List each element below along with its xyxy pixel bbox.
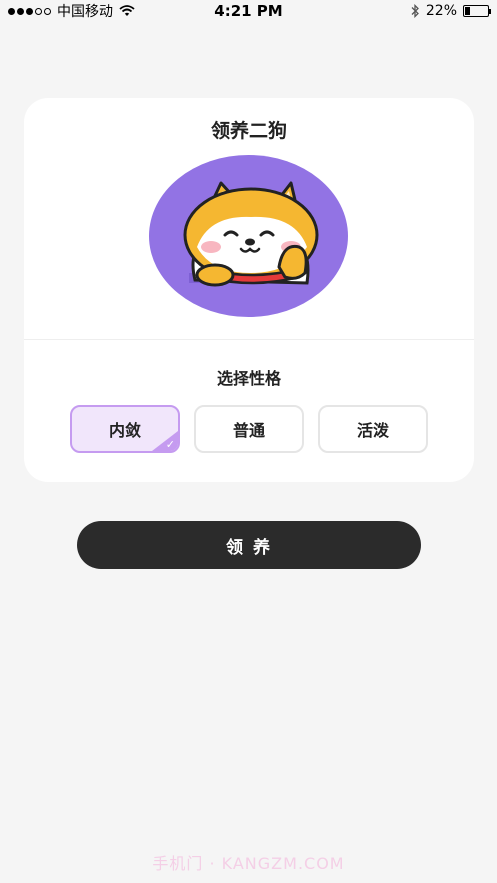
option-introverted[interactable]: 内敛 ✓ bbox=[70, 405, 180, 453]
status-left: 中国移动 bbox=[8, 1, 135, 21]
adopt-button[interactable]: 领 养 bbox=[77, 521, 421, 569]
personality-options: 内敛 ✓ 普通 活泼 bbox=[70, 405, 428, 453]
status-bar: 中国移动 4:21 PM 22% bbox=[0, 0, 497, 22]
option-normal[interactable]: 普通 bbox=[194, 405, 304, 453]
battery-percent: 22% bbox=[425, 3, 457, 19]
wifi-icon bbox=[119, 5, 135, 16]
battery-fill bbox=[465, 7, 470, 15]
option-label: 内敛 bbox=[108, 421, 141, 440]
option-label: 活泼 bbox=[356, 421, 389, 440]
signal-icon bbox=[8, 7, 51, 15]
option-lively[interactable]: 活泼 bbox=[318, 405, 428, 453]
card-title: 领养二狗 bbox=[210, 120, 287, 142]
status-right: 22% bbox=[410, 3, 491, 19]
carrier-label: 中国移动 bbox=[57, 4, 113, 20]
watermark: 手机门 · KANGZM.COM bbox=[152, 854, 345, 873]
checkmark-icon: ✓ bbox=[165, 438, 175, 451]
adopt-card: 领养二狗 选择性格 内敛 ✓ 普通 活泼 bbox=[24, 98, 474, 482]
battery-icon bbox=[463, 5, 491, 17]
shiba-dog-illustration bbox=[183, 181, 319, 287]
divider bbox=[24, 339, 474, 340]
bluetooth-icon bbox=[411, 4, 419, 18]
dog-avatar bbox=[149, 155, 348, 317]
option-label: 普通 bbox=[232, 421, 265, 440]
personality-label: 选择性格 bbox=[216, 369, 281, 388]
